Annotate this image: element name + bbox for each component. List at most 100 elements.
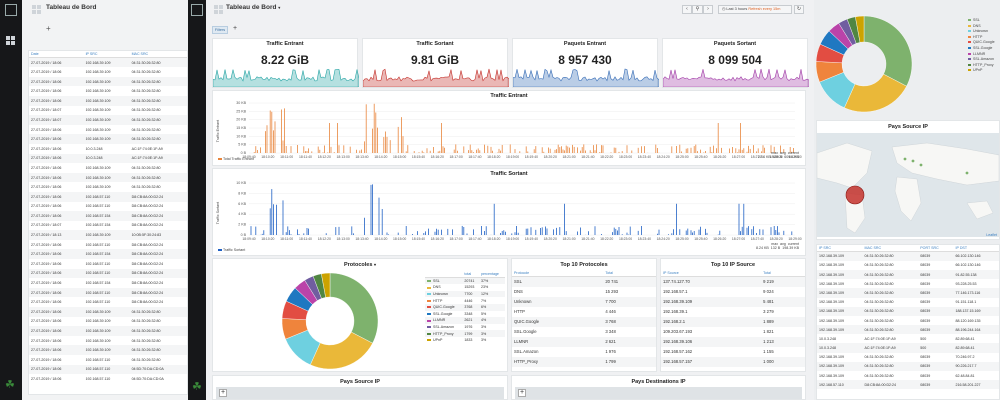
table-row[interactable]: 27-07-2019 / 18:06 192.168.39.109 04:31:30… — [29, 326, 187, 336]
grid-icon[interactable] — [6, 36, 15, 45]
table-row[interactable]: 27-07-2019 / 18:06 192.168.39.109 04:31:30… — [29, 125, 187, 135]
table-row[interactable]: 27-07-2019 / 18:06 192.168.39.109 04:31:30… — [29, 67, 187, 77]
table-row[interactable]: 27-07-2019 / 18:06 192.168.39.109 04:31:30… — [29, 95, 187, 106]
legend-row[interactable]: UPnP 1833 3% — [425, 337, 505, 344]
table-row[interactable]: HTTP 4 446 — [512, 307, 656, 317]
table-row[interactable]: 27-07-2019 / 18:06 192.168.39.109 04:31:30… — [29, 172, 187, 183]
table-row[interactable]: 27-07-2019 / 18:06 192.168.39.109 04:31:30… — [29, 345, 187, 355]
table-row[interactable]: 192.168.39.109 04:31:30:26:32:80 08039 66.1… — [817, 251, 999, 261]
table-row[interactable]: 27-07-2019 / 18:06 192.168.39.109 04:31:30… — [29, 57, 187, 68]
legend-row[interactable]: SSL.Amazon 1976 3% — [425, 324, 505, 331]
table-row[interactable]: 27-07-2019 / 18:07 192.168.39.109 04:31:30… — [29, 115, 187, 125]
table-row[interactable]: 192.168.57.1 9 024 — [661, 287, 805, 297]
legend-row[interactable]: HTTP_Proxy 1799 3% — [425, 330, 505, 337]
table-row[interactable]: 192.168.39.109 04:31:30:26:32:80 08039 88.1… — [817, 325, 999, 335]
table-row[interactable]: 109.203.67.193 1 821 — [661, 327, 805, 337]
zoom-back-button[interactable]: ‹ — [682, 5, 692, 14]
table-row[interactable]: 27-07-2019 / 18:06 10.0.3.248 AC:1F:74:0E:… — [29, 153, 187, 164]
table-row[interactable]: 27-07-2019 / 18:06 192.168.57.110 04:31:30… — [29, 355, 187, 365]
table-row[interactable]: 192.168.39.109 04:31:30:26:32:80 08039 70.2… — [817, 353, 999, 362]
table-row[interactable]: 192.168.39.109 04:31:30:26:32:80 08039 93.2… — [817, 279, 999, 288]
table-row[interactable]: 137.74.127.70 9 219 — [661, 276, 805, 287]
table-row[interactable]: 192.168.39.1 3 279 — [661, 307, 805, 317]
table-row[interactable]: DNS 15 293 — [512, 287, 656, 297]
legend-row[interactable]: Unknown 7700 12% — [425, 290, 505, 298]
table-row[interactable]: 192.168.2.1 1 889 — [661, 316, 805, 327]
table-row[interactable]: 27-07-2019 / 18:06 192.168.39.109 04:31:30… — [29, 307, 187, 317]
legend-item[interactable]: UPnP — [968, 68, 1000, 74]
map-marker[interactable] — [911, 159, 915, 163]
map-dest-area[interactable]: + — [515, 387, 802, 399]
table-row[interactable]: 27-07-2019 / 18:06 192.168.39.109 04:31:30… — [29, 317, 187, 327]
table-row[interactable]: 27-07-2019 / 18:06 192.168.57.110 D8:CB:8A… — [29, 240, 187, 250]
map-marker[interactable] — [903, 157, 907, 161]
table-row[interactable]: 27-07-2019 / 18:07 192.168.39.109 04:31:30… — [29, 106, 187, 116]
table-row[interactable]: 27-07-2019 / 18:06 192.168.57.110 D8:CB:8A… — [29, 268, 187, 279]
table-row[interactable]: LLMNR 2 621 — [512, 336, 656, 347]
table-row[interactable]: SSL 20 741 — [512, 276, 656, 287]
table-row[interactable]: HTTP_Proxy 1 799 — [512, 356, 656, 367]
refresh-button[interactable]: ↻ — [794, 5, 804, 14]
table-row[interactable]: Unknown 7 700 — [512, 296, 656, 307]
world-map[interactable] — [817, 133, 999, 237]
dashboard-title[interactable]: Tableau de Bord ▾ — [226, 4, 280, 11]
legend-row[interactable]: QUIC.Google 3768 6% — [425, 303, 505, 311]
table-row[interactable]: 27-07-2019 / 18:06 192.168.57.154 D8:CB:8A… — [29, 278, 187, 288]
table-row[interactable]: 192.168.39.109 04:31:30:26:32:80 08039 62.4… — [817, 371, 999, 380]
table-row[interactable]: 27-07-2019 / 18:06 192.168.39.109 04:31:30… — [29, 134, 187, 144]
legend-row[interactable]: SSL.Google 3348 5% — [425, 311, 505, 318]
table-row[interactable]: 27-07-2019 / 18:06 192.168.57.110 D8:CB:8A… — [29, 297, 187, 307]
table-row[interactable]: 192.168.39.106 1 213 — [661, 336, 805, 347]
table-row[interactable]: 27-07-2019 / 18:06 192.168.57.110 D8:CB:8A… — [29, 202, 187, 212]
table-row[interactable]: 192.168.57.110 D8:CB:8A:00:D2:24 08039 216.… — [817, 380, 999, 390]
menu-icon[interactable] — [191, 4, 203, 16]
table-row[interactable]: SSL.Amazon 1 976 — [512, 347, 656, 357]
table-row[interactable]: QUIC.Google 3 768 — [512, 316, 656, 327]
table-row[interactable]: 192.168.39.109 04:31:30:26:32:80 08039 91.8… — [817, 269, 999, 280]
table-row[interactable]: 27-07-2019 / 18:06 192.168.39.109 04:31:30… — [29, 182, 187, 192]
table-row[interactable]: 27-07-2019 / 18:07 192.168.57.154 D8:CB:8A… — [29, 221, 187, 231]
table-row[interactable]: 192.168.39.109 5 481 — [661, 296, 805, 307]
table-row[interactable]: 192.168.39.109 04:31:30:26:32:80 08039 88.1… — [817, 316, 999, 325]
table-row[interactable]: 27-07-2019 / 18:06 192.168.39.109 04:31:30… — [29, 76, 187, 87]
table-row[interactable]: 192.168.39.109 04:31:30:26:32:80 08039 90.2… — [817, 361, 999, 372]
zoom-in-button[interactable]: + — [518, 389, 526, 397]
table-row[interactable]: 10.0.3.248 AC:1F:74:0E:1F:A9 500 82.89.68.4… — [817, 334, 999, 343]
table-row[interactable]: 10.0.3.248 AC:1F:74:0E:1F:A9 500 82.89.68.4… — [817, 343, 999, 353]
legend-row[interactable]: DNS 15293 23% — [425, 284, 505, 291]
map-marker[interactable] — [965, 171, 969, 175]
table-row[interactable]: 27-07-2019 / 18:06 192.168.57.110 04:5D:70… — [29, 364, 187, 375]
map-attribution[interactable]: Leaflet — [986, 233, 997, 237]
zoom-out-button[interactable]: ⚲ — [692, 5, 703, 14]
table-row[interactable]: 192.168.39.109 04:31:30:26:32:80 08039 188.… — [817, 306, 999, 316]
table-row[interactable]: 27-07-2019 / 18:06 192.168.57.154 D8:CB:8A… — [29, 211, 187, 221]
table-row[interactable]: 27-07-2019 / 18:06 192.168.57.154 D8:CB:8A… — [29, 249, 187, 260]
table-row[interactable]: 192.168.39.109 04:31:30:26:32:80 08039 77.1… — [817, 288, 999, 298]
table-row[interactable]: 192.168.39.109 04:31:30:26:32:80 08039 91.1… — [817, 298, 999, 307]
map-marker[interactable] — [919, 163, 923, 167]
left-add-button[interactable]: + — [46, 24, 51, 33]
table-row[interactable]: 27-07-2019 / 18:13 192.168.39.109 10:0B:5F… — [29, 230, 187, 240]
table-row[interactable]: 27-07-2019 / 18:06 192.168.57.110 D8:CB:8A… — [29, 259, 187, 269]
menu-icon[interactable] — [5, 4, 17, 16]
legend-row[interactable]: SSL 20741 37% — [425, 277, 505, 285]
legend-row[interactable]: HTTP 4446 7% — [425, 297, 505, 304]
time-picker[interactable]: ◷ Last 3 hours Refresh every 15m — [718, 5, 792, 14]
map-marker[interactable] — [845, 185, 865, 205]
table-row[interactable]: 27-07-2019 / 18:06 192.168.39.109 04:31:30… — [29, 86, 187, 96]
filters-button[interactable]: Filters — [212, 26, 228, 34]
table-row[interactable]: SSL.Google 3 348 — [512, 327, 656, 337]
table-row[interactable]: 192.168.57.162 1 155 — [661, 347, 805, 357]
legend-row[interactable]: LLMNR 2621 4% — [425, 317, 505, 324]
table-row[interactable]: 27-07-2019 / 18:06 192.168.57.110 04:5D:70… — [29, 374, 187, 384]
table-row[interactable]: 192.168.39.109 04:31:30:26:32:80 08039 66.1… — [817, 261, 999, 270]
zoom-in-button[interactable]: + — [219, 389, 227, 397]
table-row[interactable]: 192.168.57.157 1 000 — [661, 356, 805, 367]
map-source-area[interactable]: + — [216, 387, 504, 399]
table-row[interactable]: 27-07-2019 / 18:06 192.168.57.110 D8:CB:8A… — [29, 287, 187, 298]
pie-slice[interactable] — [329, 272, 379, 344]
table-row[interactable]: 27-07-2019 / 18:06 192.168.39.109 04:31:30… — [29, 336, 187, 346]
add-filter-button[interactable]: + — [233, 25, 237, 32]
pie-slice[interactable] — [863, 15, 913, 87]
table-row[interactable]: 27-07-2019 / 18:06 10.0.3.248 AC:1F:74:0E:… — [29, 144, 187, 154]
